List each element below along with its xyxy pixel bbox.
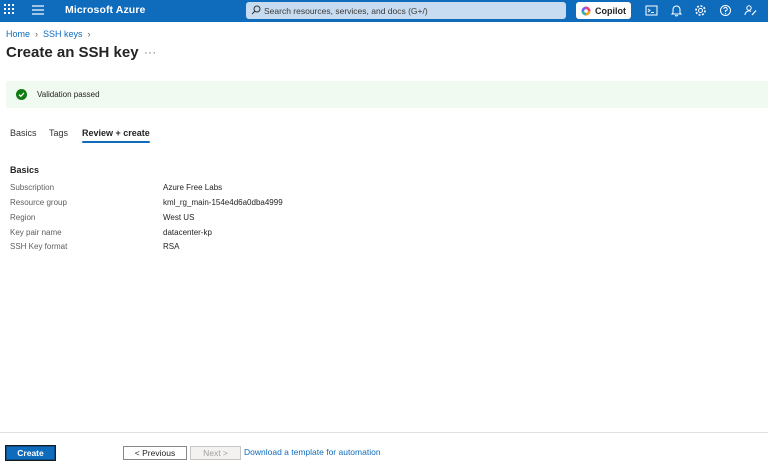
summary-row-ssh-key-format: SSH Key format RSA xyxy=(10,242,410,256)
summary-value: Azure Free Labs xyxy=(163,183,223,192)
chevron-right-icon: › xyxy=(87,29,91,39)
summary-value: datacenter-kp xyxy=(163,228,212,237)
search-icon xyxy=(251,5,261,15)
brand-title[interactable]: Microsoft Azure xyxy=(65,4,145,16)
tab-review-create[interactable]: Review + create xyxy=(82,128,150,143)
check-circle-icon xyxy=(16,89,27,100)
summary-row-key-pair-name: Key pair name datacenter-kp xyxy=(10,228,410,242)
create-button[interactable]: Create xyxy=(5,445,56,461)
summary-key: SSH Key format xyxy=(10,242,68,251)
summary-key: Resource group xyxy=(10,198,67,207)
copilot-button[interactable]: Copilot xyxy=(576,2,631,19)
summary-row-subscription: Subscription Azure Free Labs xyxy=(10,183,410,197)
notifications-bell-icon[interactable] xyxy=(670,4,683,17)
summary-row-resource-group: Resource group kml_rg_main-154e4d6a0dba4… xyxy=(10,198,410,212)
hamburger-menu-icon[interactable] xyxy=(32,5,44,15)
footer-actions: Create < Previous Next > Download a temp… xyxy=(0,432,768,467)
settings-gear-icon[interactable] xyxy=(694,4,707,17)
chevron-right-icon: › xyxy=(35,29,39,39)
summary-value: West US xyxy=(163,213,195,222)
validation-message: Validation passed xyxy=(37,90,100,99)
breadcrumb: Home › SSH keys › xyxy=(6,29,96,39)
tab-tags[interactable]: Tags xyxy=(49,128,68,143)
global-search[interactable] xyxy=(246,2,566,19)
top-bar: Microsoft Azure Copilot xyxy=(0,0,768,22)
breadcrumb-home-link[interactable]: Home xyxy=(6,29,30,39)
app-launcher-icon[interactable] xyxy=(4,4,14,14)
summary-key: Key pair name xyxy=(10,228,62,237)
validation-banner: Validation passed xyxy=(6,81,768,108)
more-options-icon[interactable]: ··· xyxy=(144,47,157,59)
section-title-basics: Basics xyxy=(10,165,40,175)
summary-value: kml_rg_main-154e4d6a0dba4999 xyxy=(163,198,283,207)
cloud-shell-icon[interactable] xyxy=(645,4,658,17)
breadcrumb-ssh-keys-link[interactable]: SSH keys xyxy=(43,29,83,39)
summary-key: Region xyxy=(10,213,36,222)
summary-row-region: Region West US xyxy=(10,213,410,227)
copilot-icon xyxy=(581,6,591,15)
search-input[interactable] xyxy=(264,3,559,18)
copilot-label: Copilot xyxy=(595,5,626,16)
previous-button[interactable]: < Previous xyxy=(123,446,187,460)
feedback-icon[interactable] xyxy=(744,4,757,17)
next-button[interactable]: Next > xyxy=(190,446,241,460)
page-title: Create an SSH key xyxy=(6,44,139,61)
summary-key: Subscription xyxy=(10,183,55,192)
summary-value: RSA xyxy=(163,242,180,251)
tab-basics[interactable]: Basics xyxy=(10,128,37,143)
download-template-link[interactable]: Download a template for automation xyxy=(244,447,381,457)
help-icon[interactable] xyxy=(719,4,732,17)
